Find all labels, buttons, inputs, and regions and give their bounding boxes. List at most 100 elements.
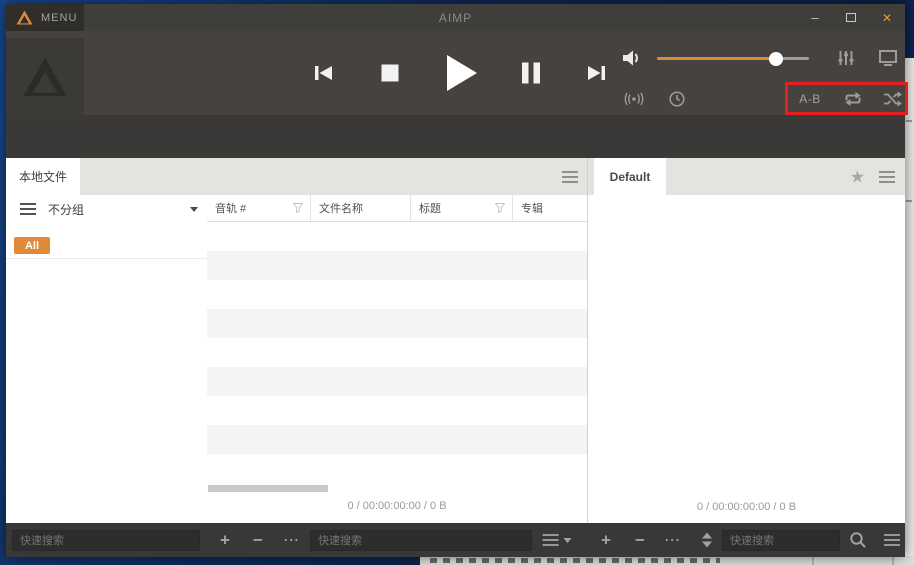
more-button[interactable]: ··· xyxy=(284,534,300,547)
column-album[interactable]: 专辑 xyxy=(513,195,587,221)
broadcast-icon xyxy=(624,92,644,106)
volume-slider[interactable] xyxy=(657,57,809,60)
control-panel: A-B xyxy=(6,31,905,115)
radio-button[interactable] xyxy=(624,92,644,106)
column-filename-label: 文件名称 xyxy=(319,200,363,216)
sort-icon xyxy=(702,533,712,548)
search-input-middle[interactable] xyxy=(310,530,532,551)
volume-slider-handle[interactable] xyxy=(769,52,783,66)
background-document-strip xyxy=(420,556,914,565)
volume-slider-fill xyxy=(657,57,776,60)
group-all-label: All xyxy=(25,240,39,252)
next-button[interactable] xyxy=(586,64,606,82)
group-all-button[interactable]: All xyxy=(14,237,50,254)
column-track-label: 音轨 # xyxy=(215,200,246,216)
background-grid xyxy=(734,556,914,565)
tab-default-playlist[interactable]: Default xyxy=(594,158,666,195)
aimp-window: MENU AIMP – ✕ xyxy=(6,4,905,557)
horizontal-scrollbar[interactable] xyxy=(208,485,328,492)
play-icon xyxy=(447,55,477,91)
main-menu-button[interactable] xyxy=(884,534,900,546)
stop-button[interactable] xyxy=(382,65,399,82)
ab-repeat-label: A-B xyxy=(799,92,821,106)
column-title-label: 标题 xyxy=(419,200,441,216)
remove-playlist-item-button[interactable]: − xyxy=(635,532,645,549)
clock-icon xyxy=(669,91,685,107)
minimize-button[interactable]: – xyxy=(797,4,833,31)
maximize-button[interactable] xyxy=(833,4,869,31)
display-button[interactable] xyxy=(879,50,897,66)
tab-local-files-label: 本地文件 xyxy=(19,168,67,185)
background-mark xyxy=(906,200,912,202)
previous-button[interactable] xyxy=(314,64,334,82)
playlist-options-icon[interactable] xyxy=(879,171,895,183)
sort-button[interactable] xyxy=(702,533,712,548)
search-input-right[interactable] xyxy=(722,530,840,551)
background-mark xyxy=(906,120,912,122)
tab-local-files[interactable]: 本地文件 xyxy=(6,158,80,195)
add-button[interactable]: + xyxy=(220,532,230,549)
right-status-text: 0 / 00:00:00:00 / 0 B xyxy=(588,501,905,513)
desktop: { "window": { "title": "AIMP" }, "menu":… xyxy=(0,0,914,565)
favorite-star-icon[interactable]: ★ xyxy=(850,168,865,185)
next-icon xyxy=(586,64,606,82)
ab-repeat-button[interactable]: A-B xyxy=(799,92,821,106)
menu-button[interactable]: MENU xyxy=(6,4,84,31)
remove-button[interactable]: − xyxy=(253,532,263,549)
bottom-toolbar: + − ··· + − ··· xyxy=(6,523,905,557)
column-album-label: 专辑 xyxy=(521,200,543,216)
background-text-blur xyxy=(430,558,720,563)
play-button[interactable] xyxy=(447,55,477,91)
previous-icon xyxy=(314,64,334,82)
track-list[interactable] xyxy=(207,222,587,480)
maximize-icon xyxy=(846,13,856,22)
equalizer-button[interactable] xyxy=(838,50,855,66)
pane-divider xyxy=(6,258,207,259)
add-playlist-item-button[interactable]: + xyxy=(601,532,611,549)
scheduler-button[interactable] xyxy=(669,91,685,107)
stop-icon xyxy=(382,65,399,82)
column-filename[interactable]: 文件名称 xyxy=(311,195,411,221)
grouping-menu-icon[interactable] xyxy=(20,203,36,215)
monitor-icon xyxy=(879,50,897,66)
volume-icon xyxy=(623,50,643,67)
shuffle-icon xyxy=(884,92,902,107)
window-title: AIMP xyxy=(6,4,905,31)
aimp-logo-icon xyxy=(16,10,33,25)
column-track-number[interactable]: 音轨 # xyxy=(207,195,311,221)
equalizer-icon xyxy=(838,50,855,66)
filter-icon[interactable] xyxy=(495,203,505,213)
right-tabstrip: ★ Default xyxy=(588,158,905,195)
chevron-down-icon[interactable] xyxy=(190,207,198,212)
left-tabstrip xyxy=(6,158,587,195)
column-title[interactable]: 标题 xyxy=(411,195,513,221)
pause-button[interactable] xyxy=(522,63,540,84)
volume-button[interactable] xyxy=(623,50,643,67)
shuffle-button[interactable] xyxy=(884,92,902,107)
table-header: 音轨 # 文件名称 标题 专辑 xyxy=(207,195,587,222)
spectrum-band xyxy=(6,115,905,158)
list-menu-button[interactable] xyxy=(543,534,572,546)
close-button[interactable]: ✕ xyxy=(869,4,905,31)
playlist-area: 本地文件 ★ Default 不分组 All 音轨 # xyxy=(6,158,905,523)
menu-button-label: MENU xyxy=(41,12,77,24)
tab-default-label: Default xyxy=(610,170,651,184)
repeat-button[interactable] xyxy=(844,92,863,107)
grouping-row[interactable]: 不分组 xyxy=(6,198,207,222)
grouping-label: 不分组 xyxy=(48,201,84,218)
transport-controls xyxy=(6,31,905,115)
titlebar: MENU AIMP – ✕ xyxy=(6,4,905,31)
search-input-left[interactable] xyxy=(12,530,200,551)
hamburger-icon xyxy=(884,534,900,546)
more-playlist-button[interactable]: ··· xyxy=(665,534,681,547)
background-window-strip xyxy=(905,0,914,565)
chevron-down-icon xyxy=(564,538,572,543)
left-status-text: 0 / 00:00:00:00 / 0 B xyxy=(207,500,587,512)
playlist-menu-icon[interactable] xyxy=(562,171,578,183)
repeat-icon xyxy=(844,92,863,107)
panel-divider xyxy=(587,158,588,523)
search-button[interactable] xyxy=(850,532,867,549)
filter-icon[interactable] xyxy=(293,203,303,213)
pause-icon xyxy=(522,63,540,84)
list-menu-icon xyxy=(543,534,559,546)
